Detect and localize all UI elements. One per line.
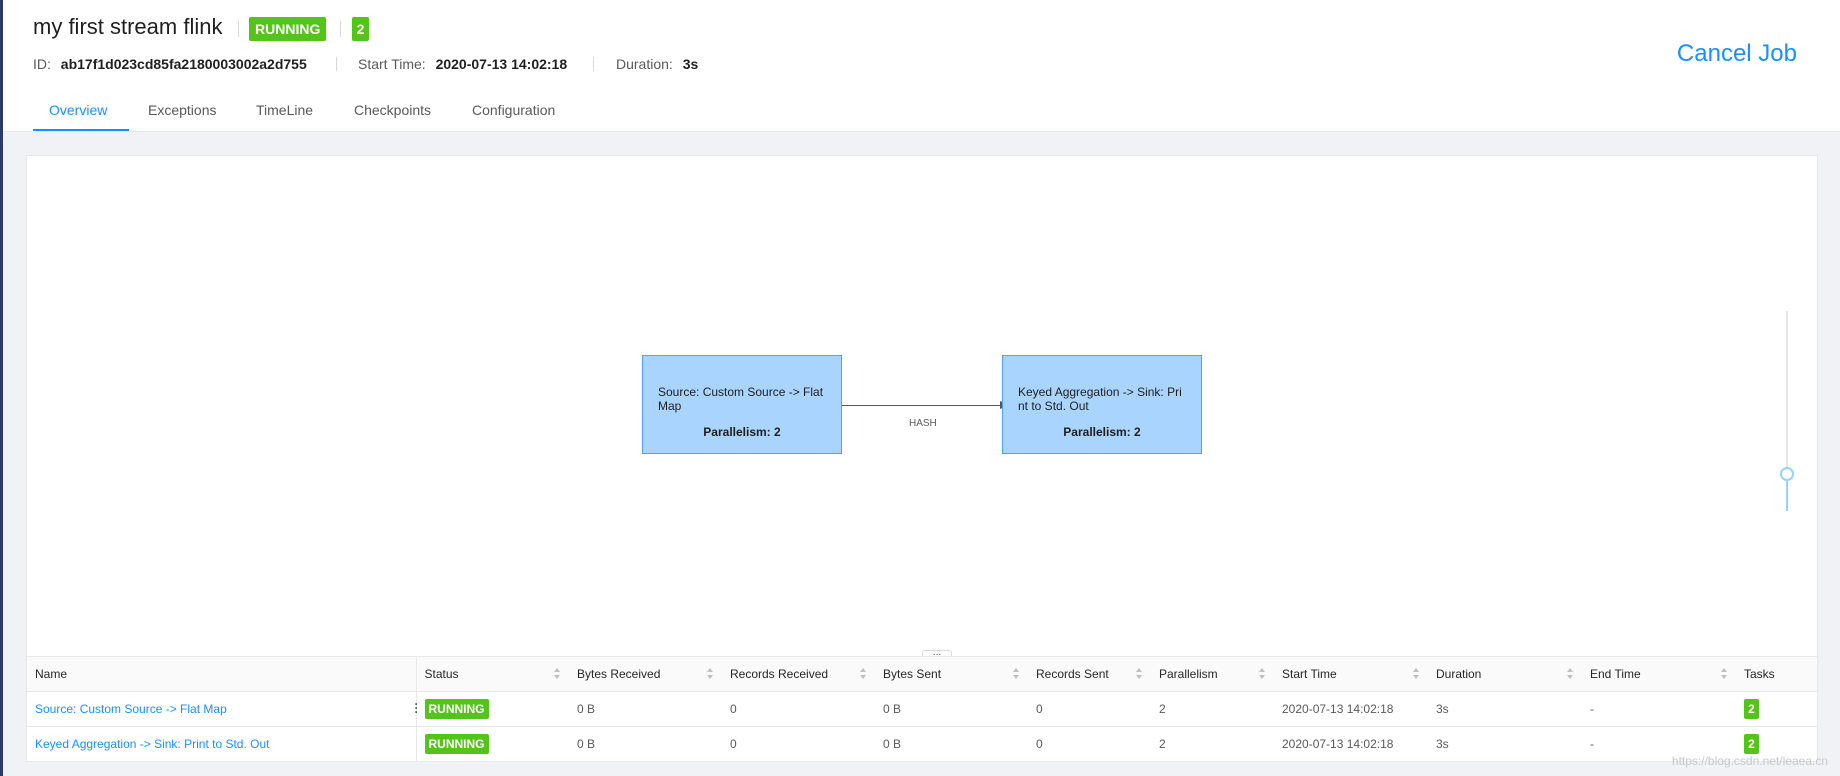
active-tab-indicator [33, 129, 129, 131]
job-duration-meta: Duration: 3s [616, 56, 698, 72]
job-status-badge: RUNNING [249, 17, 327, 41]
tab-checkpoints[interactable]: Checkpoints [354, 102, 431, 118]
duration-value: 3s [682, 56, 699, 72]
job-start-meta: Start Time: 2020-07-13 14:02:18 [358, 56, 567, 72]
cell-tasks: 2 [1736, 691, 1817, 727]
header-label: Tasks [1744, 667, 1775, 681]
sort-icon[interactable] [1567, 668, 1574, 680]
job-overview-card: Source: Custom Source -> Flat Map Parall… [26, 155, 1818, 762]
table-row[interactable]: Keyed Aggregation -> Sink: Print to Std.… [27, 726, 1817, 762]
header-label: Status [424, 667, 459, 681]
sort-icon[interactable] [1136, 668, 1143, 680]
cell-name: Keyed Aggregation -> Sink: Print to Std.… [27, 726, 417, 762]
status-badge: RUNNING [424, 699, 489, 719]
header-duration[interactable]: Duration [1428, 656, 1582, 692]
header-label: End Time [1590, 667, 1641, 681]
cell-status: RUNNING [416, 726, 569, 762]
cell-start-time: 2020-07-13 14:02:18 [1274, 691, 1428, 727]
cell-start-time: 2020-07-13 14:02:18 [1274, 726, 1428, 762]
header-label: Parallelism [1159, 667, 1218, 681]
job-title: my first stream flink [33, 14, 223, 39]
cell-name: Source: Custom Source -> Flat Map · · · [27, 691, 419, 727]
cell-parallelism: 2 [1151, 691, 1274, 727]
watermark: https://blog.csdn.net/leaea.cn [1671, 754, 1828, 768]
header-label: Name [35, 667, 68, 681]
cell-status: RUNNING [416, 691, 569, 727]
job-task-count-badge: 2 [352, 17, 369, 41]
tab-timeline[interactable]: TimeLine [256, 102, 313, 118]
cell-bytes-received: 0 B [569, 691, 722, 727]
cell-records-received: 0 [722, 691, 875, 727]
job-graph[interactable]: Source: Custom Source -> Flat Map Parall… [27, 156, 1817, 661]
tab-exceptions[interactable]: Exceptions [148, 102, 216, 118]
sort-icon[interactable] [707, 668, 714, 680]
header-label: Duration [1436, 667, 1482, 681]
start-time-label: Start Time: [358, 56, 426, 72]
job-id-value: ab17f1d023cd85fa2180003002a2d755 [60, 56, 307, 72]
header-records-received[interactable]: Records Received [722, 656, 875, 692]
cell-records-sent: 0 [1028, 726, 1151, 762]
graph-edge [842, 405, 1002, 406]
node-name: Source: Custom Source -> Flat Map [658, 385, 824, 413]
header-label: Start Time [1282, 667, 1337, 681]
header-parallelism[interactable]: Parallelism [1151, 656, 1274, 692]
node-parallelism: Parallelism: 2 [703, 425, 781, 439]
divider [238, 21, 239, 37]
task-count-badge: 2 [1744, 699, 1759, 719]
tab-configuration[interactable]: Configuration [472, 102, 555, 118]
header-bytes-received[interactable]: Bytes Received [569, 656, 722, 692]
status-badge: RUNNING [424, 734, 489, 754]
graph-node-sink[interactable]: Keyed Aggregation -> Sink: Print to Std.… [1002, 355, 1202, 454]
cell-records-sent: 0 [1028, 691, 1151, 727]
header-name[interactable]: Name [27, 656, 417, 692]
operator-link[interactable]: Keyed Aggregation -> Sink: Print to Std.… [35, 737, 269, 751]
start-time-value: 2020-07-13 14:02:18 [435, 56, 568, 72]
cell-duration: 3s [1428, 726, 1582, 762]
header-records-sent[interactable]: Records Sent [1028, 656, 1151, 692]
cell-duration: 3s [1428, 691, 1582, 727]
job-id-label: ID: [33, 56, 51, 72]
sort-icon[interactable] [860, 668, 867, 680]
divider [340, 21, 341, 37]
graph-node-source[interactable]: Source: Custom Source -> Flat Map Parall… [642, 355, 842, 454]
edge-label: HASH [909, 418, 937, 429]
table-row[interactable]: Source: Custom Source -> Flat Map · · · RU… [27, 691, 1817, 727]
node-name: Keyed Aggregation -> Sink: Print to Std.… [1018, 385, 1182, 413]
header-label: Bytes Received [577, 667, 661, 681]
sort-icon[interactable] [1721, 668, 1728, 680]
cell-records-received: 0 [722, 726, 875, 762]
duration-label: Duration: [616, 56, 673, 72]
sort-icon[interactable] [1013, 668, 1020, 680]
header-status[interactable]: Status [416, 656, 569, 692]
job-id-meta: ID: ab17f1d023cd85fa2180003002a2d755 [33, 56, 307, 72]
header-end-time[interactable]: End Time [1582, 656, 1736, 692]
cell-bytes-sent: 0 B [875, 691, 1028, 727]
cell-bytes-received: 0 B [569, 726, 722, 762]
operator-link[interactable]: Source: Custom Source -> Flat Map [35, 702, 227, 716]
header-bytes-sent[interactable]: Bytes Sent [875, 656, 1028, 692]
sort-icon[interactable] [1413, 668, 1420, 680]
cell-parallelism: 2 [1151, 726, 1274, 762]
node-parallelism: Parallelism: 2 [1063, 425, 1141, 439]
header-label: Records Sent [1036, 667, 1109, 681]
divider [336, 57, 337, 71]
divider [593, 57, 594, 71]
task-count-badge: 2 [1744, 734, 1759, 754]
header-label: Records Received [730, 667, 829, 681]
header-label: Bytes Sent [883, 667, 942, 681]
header-start-time[interactable]: Start Time [1274, 656, 1428, 692]
sort-icon[interactable] [554, 668, 561, 680]
header-tasks: Tasks [1736, 656, 1817, 692]
operators-table: Name Status Bytes Received Records Recei… [27, 656, 1817, 762]
sort-icon[interactable] [1259, 668, 1266, 680]
cell-end-time: - [1582, 691, 1736, 727]
cancel-job-button[interactable]: Cancel Job [1677, 40, 1797, 68]
tab-overview[interactable]: Overview [49, 102, 107, 118]
job-header: my first stream flink RUNNING 2 ID: ab17… [3, 0, 1840, 132]
zoom-slider-handle[interactable] [1780, 467, 1794, 481]
table-header-row: Name Status Bytes Received Records Recei… [27, 656, 1817, 692]
cell-bytes-sent: 0 B [875, 726, 1028, 762]
